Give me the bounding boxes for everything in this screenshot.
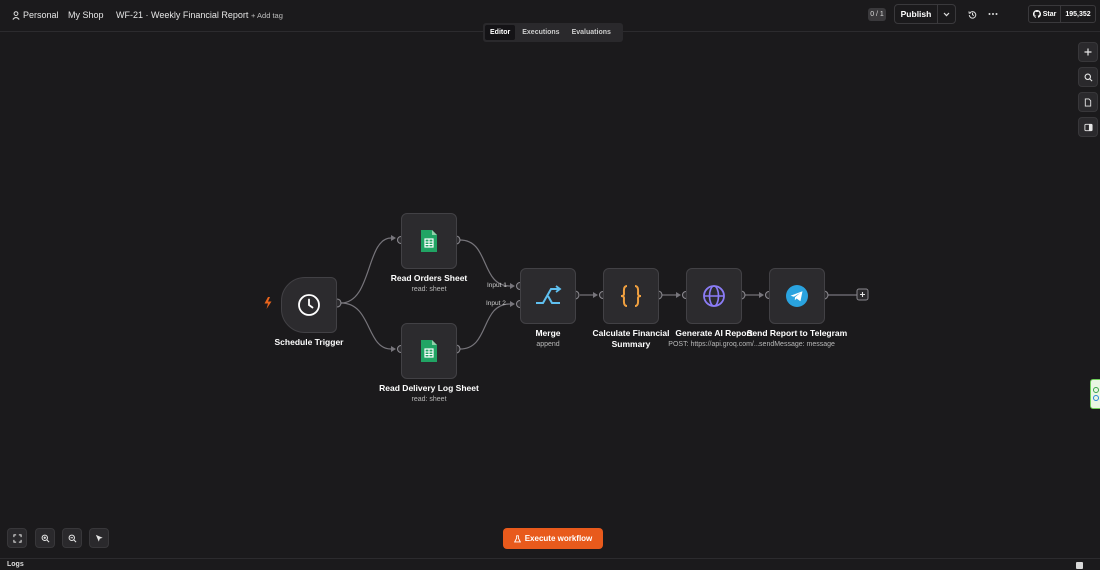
- execute-workflow-button[interactable]: Execute workflow: [503, 528, 603, 549]
- node-calculate-financial-summary[interactable]: [603, 268, 659, 324]
- merge-icon: [536, 285, 562, 304]
- node-read-orders-sheet[interactable]: [401, 213, 457, 269]
- owner-label: Personal: [23, 10, 59, 20]
- node-read-delivery-log-sheet[interactable]: [401, 323, 457, 379]
- github-star-label: Star: [1042, 10, 1057, 18]
- more-options-button[interactable]: [985, 6, 1001, 22]
- node-send-report-to-telegram[interactable]: [769, 268, 825, 324]
- trigger-bolt-icon: [264, 297, 272, 309]
- zoom-out-button[interactable]: [62, 528, 82, 548]
- add-tag-label: + Add tag: [251, 10, 283, 20]
- expand-logs-icon[interactable]: [1076, 562, 1083, 569]
- node-merge[interactable]: [520, 268, 576, 324]
- node-subtitle: read: sheet: [411, 286, 447, 293]
- merge-input-2-label: Input 2: [486, 300, 506, 307]
- workflow-canvas[interactable]: Schedule Trigger Read Orders Sheet read:…: [0, 33, 1100, 558]
- node-schedule-trigger[interactable]: [281, 277, 337, 333]
- publish-button-group: Publish: [894, 4, 956, 24]
- node-label: Read Orders Sheet: [390, 273, 468, 283]
- node-label: Send Report to Telegram: [746, 328, 848, 338]
- fullscreen-icon: [12, 533, 22, 543]
- project-label: My Shop: [68, 10, 104, 20]
- github-icon: [1032, 10, 1041, 18]
- zoom-out-icon: [68, 534, 76, 542]
- workflow-name[interactable]: WF-21 · Weekly Financial Report: [116, 0, 248, 30]
- edge-trigger-orders: [340, 237, 392, 304]
- zoom-in-icon: [41, 534, 49, 542]
- pointer-mode-button[interactable]: [89, 528, 109, 548]
- merge-input-1-label: Input 1: [487, 282, 507, 289]
- execute-label: Execute workflow: [524, 534, 593, 543]
- node-label: Schedule Trigger: [274, 337, 344, 347]
- logs-panel[interactable]: Logs: [0, 558, 1100, 570]
- logs-label: Logs: [7, 561, 24, 568]
- fit-view-button[interactable]: [7, 528, 27, 548]
- breadcrumb-owner[interactable]: Personal: [12, 0, 59, 30]
- flask-icon: [513, 534, 521, 542]
- more-icon: [988, 13, 998, 15]
- user-icon: [12, 10, 20, 20]
- telegram-icon: [786, 285, 808, 307]
- node-subtitle: read: sheet: [411, 396, 447, 403]
- version-counter: 0 / 1: [868, 8, 886, 21]
- node-generate-ai-report[interactable]: [686, 268, 742, 324]
- workflow-editor: Personal My Shop WF-21 · Weekly Financia…: [0, 0, 1100, 570]
- widget-icon: [1093, 387, 1099, 393]
- github-star: Star: [1029, 6, 1061, 22]
- widget-icon: [1093, 395, 1099, 401]
- cursor-icon: [95, 534, 103, 542]
- node-label: Read Delivery Log Sheet: [379, 383, 479, 393]
- node-subtitle: sendMessage: message: [759, 341, 835, 348]
- zoom-in-button[interactable]: [35, 528, 55, 548]
- globe-icon: [703, 285, 725, 307]
- github-star-button[interactable]: Star 195,352: [1028, 5, 1096, 23]
- breadcrumb-project[interactable]: My Shop: [68, 0, 104, 30]
- history-button[interactable]: [964, 6, 980, 22]
- chevron-down-icon: [943, 12, 950, 16]
- clock-icon: [298, 294, 320, 316]
- google-sheets-icon: [421, 230, 437, 252]
- workflow-title: WF-21 · Weekly Financial Report: [116, 10, 249, 20]
- google-sheets-icon: [421, 340, 437, 362]
- history-icon: [967, 10, 976, 19]
- add-tag-button[interactable]: + Add tag: [251, 0, 283, 30]
- code-braces-icon: [620, 285, 642, 307]
- publish-options-button[interactable]: [938, 5, 955, 23]
- side-widget[interactable]: [1090, 379, 1100, 409]
- publish-button[interactable]: Publish: [895, 5, 938, 23]
- github-star-count: 195,352: [1065, 10, 1091, 18]
